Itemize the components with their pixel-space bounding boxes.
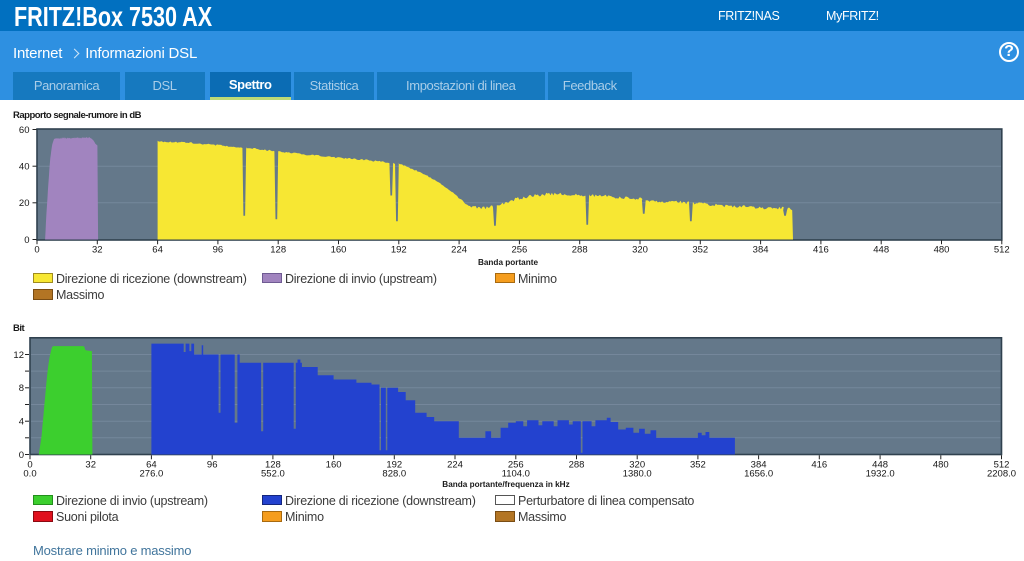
svg-text:64: 64 xyxy=(152,244,163,255)
svg-text:352: 352 xyxy=(692,244,708,255)
svg-text:8: 8 xyxy=(19,383,24,394)
svg-text:828.0: 828.0 xyxy=(382,469,406,480)
svg-text:1656.0: 1656.0 xyxy=(744,469,773,480)
svg-text:32: 32 xyxy=(85,459,96,470)
svg-text:96: 96 xyxy=(207,459,218,470)
svg-text:224: 224 xyxy=(451,244,467,255)
svg-text:384: 384 xyxy=(753,244,769,255)
svg-text:224: 224 xyxy=(447,459,463,470)
svg-text:20: 20 xyxy=(19,198,30,209)
svg-text:40: 40 xyxy=(19,162,30,173)
svg-text:1380.0: 1380.0 xyxy=(623,469,652,480)
svg-text:352: 352 xyxy=(690,459,706,470)
svg-text:512: 512 xyxy=(994,244,1010,255)
svg-text:480: 480 xyxy=(933,459,949,470)
svg-text:0: 0 xyxy=(19,450,24,461)
svg-text:Banda portante/frequenza in kH: Banda portante/frequenza in kHz xyxy=(442,480,569,489)
svg-text:Banda portante: Banda portante xyxy=(478,258,538,267)
svg-text:320: 320 xyxy=(632,244,648,255)
svg-text:128: 128 xyxy=(270,244,286,255)
svg-text:0.0: 0.0 xyxy=(23,469,36,480)
svg-text:0: 0 xyxy=(24,235,29,246)
svg-text:416: 416 xyxy=(813,244,829,255)
svg-text:192: 192 xyxy=(391,244,407,255)
svg-text:2208.0: 2208.0 xyxy=(987,469,1016,480)
svg-text:416: 416 xyxy=(811,459,827,470)
svg-text:1932.0: 1932.0 xyxy=(866,469,895,480)
svg-text:256: 256 xyxy=(511,244,527,255)
svg-text:160: 160 xyxy=(331,244,347,255)
svg-text:12: 12 xyxy=(13,350,24,361)
svg-text:160: 160 xyxy=(326,459,342,470)
svg-text:60: 60 xyxy=(19,125,30,136)
svg-text:1104.0: 1104.0 xyxy=(502,469,530,480)
svg-text:0: 0 xyxy=(34,244,39,255)
svg-text:288: 288 xyxy=(572,244,588,255)
svg-text:276.0: 276.0 xyxy=(140,469,164,480)
svg-text:448: 448 xyxy=(873,244,889,255)
svg-text:4: 4 xyxy=(19,417,24,428)
svg-text:552.0: 552.0 xyxy=(261,469,285,480)
svg-text:32: 32 xyxy=(92,244,103,255)
svg-text:288: 288 xyxy=(569,459,585,470)
svg-text:96: 96 xyxy=(213,244,224,255)
svg-text:480: 480 xyxy=(934,244,950,255)
